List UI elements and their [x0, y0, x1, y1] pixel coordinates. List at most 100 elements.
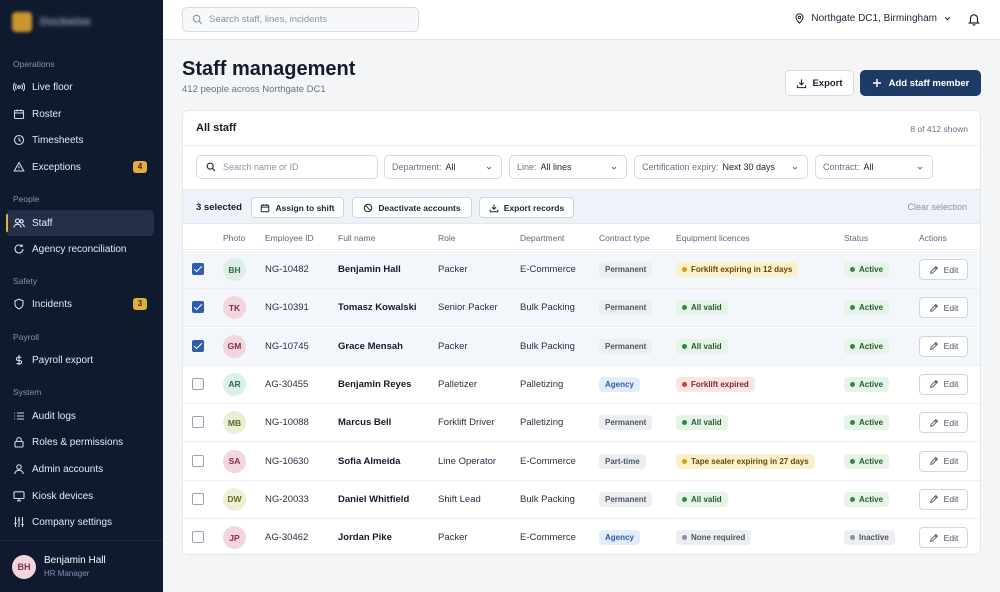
sidebar-item-label: Kiosk devices — [32, 490, 94, 502]
full-name[interactable]: Daniel Whitfield — [338, 494, 409, 505]
row-select-checkbox[interactable] — [192, 263, 204, 275]
brand[interactable]: Dockwise — [12, 12, 91, 32]
sidebar-item-kiosk-devices[interactable]: Kiosk devices — [6, 483, 154, 509]
employee-id: NG-20033 — [265, 493, 309, 505]
notifications-button[interactable] — [967, 12, 981, 29]
sidebar: Dockwise Operations Live floor Roster Ti… — [0, 0, 163, 592]
edit-button[interactable]: Edit — [919, 297, 968, 319]
edit-button[interactable]: Edit — [919, 450, 968, 472]
edit-button[interactable]: Edit — [919, 412, 968, 434]
deactivate-accounts-button[interactable]: Deactivate accounts — [352, 197, 472, 218]
contract-filter[interactable]: Contract: All — [815, 155, 933, 179]
row-select-checkbox[interactable] — [192, 301, 204, 314]
full-name[interactable]: Sofia Almeida — [338, 456, 400, 467]
row-select-checkbox[interactable] — [192, 531, 204, 544]
table-row[interactable]: SA NG-10630 Sofia Almeida Line Operator E-Co… — [183, 443, 980, 481]
sidebar-item-staff[interactable]: Staff — [6, 210, 154, 236]
column-header-contract-type[interactable]: Contract type — [599, 233, 650, 243]
row-select-checkbox[interactable] — [192, 454, 204, 467]
chevron-down-icon — [486, 166, 492, 170]
sidebar-item-live-floor[interactable]: Live floor — [6, 74, 154, 100]
column-header-employee-id[interactable]: Employee ID — [265, 233, 314, 243]
column-header-department[interactable]: Department — [520, 233, 564, 243]
table-row[interactable]: BH NG-10482 Benjamin Hall Packer E-Commerce P… — [183, 251, 980, 289]
staff-search-input[interactable]: Search name or ID — [196, 155, 378, 179]
department: Bulk Packing — [520, 302, 575, 314]
edit-button[interactable]: Edit — [919, 488, 968, 510]
filter-value: All — [445, 162, 456, 172]
full-name[interactable]: Tomasz Kowalski — [338, 302, 417, 313]
assign-to-shift-button[interactable]: Assign to shift — [251, 197, 344, 218]
add-staff-member-label: Add staff member — [888, 77, 970, 89]
full-name[interactable]: Benjamin Reyes — [338, 379, 411, 390]
edit-button[interactable]: Edit — [919, 335, 968, 357]
pencil-icon — [929, 418, 938, 427]
edit-button-label: Edit — [943, 379, 959, 390]
role: Packer — [438, 340, 468, 352]
staff-search-placeholder: Search name or ID — [223, 162, 299, 172]
sidebar-item-agency-reconciliation[interactable]: Agency reconciliation — [6, 236, 154, 262]
export-button[interactable]: Export — [785, 70, 854, 96]
full-name[interactable]: Benjamin Hall — [338, 264, 401, 275]
topbar: Search staff, lines, incidents Northgate… — [163, 0, 1000, 40]
sidebar-item-roles-permissions[interactable]: Roles & permissions — [6, 429, 154, 455]
site-selector[interactable]: Northgate DC1, Birmingham — [794, 13, 952, 24]
full-name[interactable]: Marcus Bell — [338, 417, 391, 428]
sidebar-item-admin-accounts[interactable]: Admin accounts — [6, 456, 154, 482]
page-title: Staff management — [182, 58, 356, 80]
employee-id: NG-10088 — [265, 417, 309, 429]
department-filter[interactable]: Department: All — [384, 155, 502, 179]
brand-logo — [12, 12, 32, 32]
table-row[interactable]: JP AG-30462 Jordan Pike Packer E-Commerce Age… — [183, 519, 980, 554]
edit-button[interactable]: Edit — [919, 527, 968, 549]
column-header-full-name[interactable]: Full name — [338, 233, 375, 243]
edit-button[interactable]: Edit — [919, 259, 968, 280]
table-row[interactable]: DW NG-20033 Daniel Whitfield Shift Lead Bulk… — [183, 481, 980, 519]
sidebar-item-payroll-export[interactable]: Payroll export — [6, 347, 154, 373]
column-header-status[interactable]: Status — [844, 233, 868, 243]
sidebar-item-timesheets[interactable]: Timesheets — [6, 127, 154, 153]
sidebar-item-label: Payroll export — [32, 354, 94, 366]
row-select-checkbox[interactable] — [192, 416, 204, 429]
sidebar-item-exceptions[interactable]: Exceptions 4 — [6, 154, 154, 180]
edit-button-label: Edit — [943, 456, 959, 466]
bell-icon — [968, 14, 980, 26]
add-staff-member-button[interactable]: Add staff member — [860, 70, 981, 96]
results-count: 8 of 412 shown — [910, 124, 968, 134]
line-filter[interactable]: Line: All lines — [509, 155, 627, 179]
sidebar-item-label: Roles & permissions — [32, 436, 124, 448]
edit-button[interactable]: Edit — [919, 373, 968, 395]
row-select-checkbox[interactable] — [192, 492, 204, 505]
row-select-checkbox[interactable] — [192, 339, 204, 352]
table-row[interactable]: TK NG-10391 Tomasz Kowalski Senior Packer Bu… — [183, 289, 980, 328]
sidebar-item-roster[interactable]: Roster — [6, 101, 154, 127]
column-header-equipment-licences[interactable]: Equipment licences — [676, 233, 750, 243]
export-records-button[interactable]: Export records — [479, 197, 574, 218]
sidebar-item-incidents[interactable]: Incidents 3 — [6, 291, 154, 317]
full-name[interactable]: Grace Mensah — [338, 341, 403, 352]
column-header-role[interactable]: Role — [438, 233, 455, 243]
export-button-label: Export — [812, 77, 843, 89]
bulk-action-bar: 3 selected Assign to shift Deactivate ac… — [183, 189, 980, 224]
row-select-checkbox[interactable] — [192, 377, 204, 390]
table-row[interactable]: AR AG-30455 Benjamin Reyes Palletizer Pallet… — [183, 366, 980, 404]
edit-button-label: Edit — [943, 417, 959, 428]
sidebar-item-label: Live floor — [32, 81, 73, 93]
full-name[interactable]: Jordan Pike — [338, 532, 392, 543]
department: E-Commerce — [520, 532, 576, 544]
certification-expiry-filter[interactable]: Certification expiry: Next 30 days — [634, 155, 808, 179]
column-header-actions: Actions — [919, 233, 947, 243]
edit-button-label: Edit — [943, 532, 959, 543]
current-user[interactable]: BH Benjamin Hall HR Manager — [0, 540, 163, 592]
status-badge: Active — [844, 491, 890, 507]
table-row[interactable]: MB NG-10088 Marcus Bell Forklift Driver Pall… — [183, 404, 980, 443]
user-name: Benjamin Hall — [44, 555, 106, 566]
sidebar-item-company-settings[interactable]: Company settings — [6, 509, 154, 535]
sidebar-item-label: Agency reconciliation — [32, 243, 127, 255]
sidebar-item-audit-logs[interactable]: Audit logs — [6, 403, 154, 429]
clear-selection-link[interactable]: Clear selection — [907, 202, 967, 212]
employee-id: NG-10391 — [265, 302, 309, 314]
global-search-input[interactable]: Search staff, lines, incidents — [182, 7, 419, 32]
table-row[interactable]: GM NG-10745 Grace Mensah Packer Bulk Packing… — [183, 327, 980, 366]
licence-status-badge: Forklift expired — [676, 376, 755, 392]
